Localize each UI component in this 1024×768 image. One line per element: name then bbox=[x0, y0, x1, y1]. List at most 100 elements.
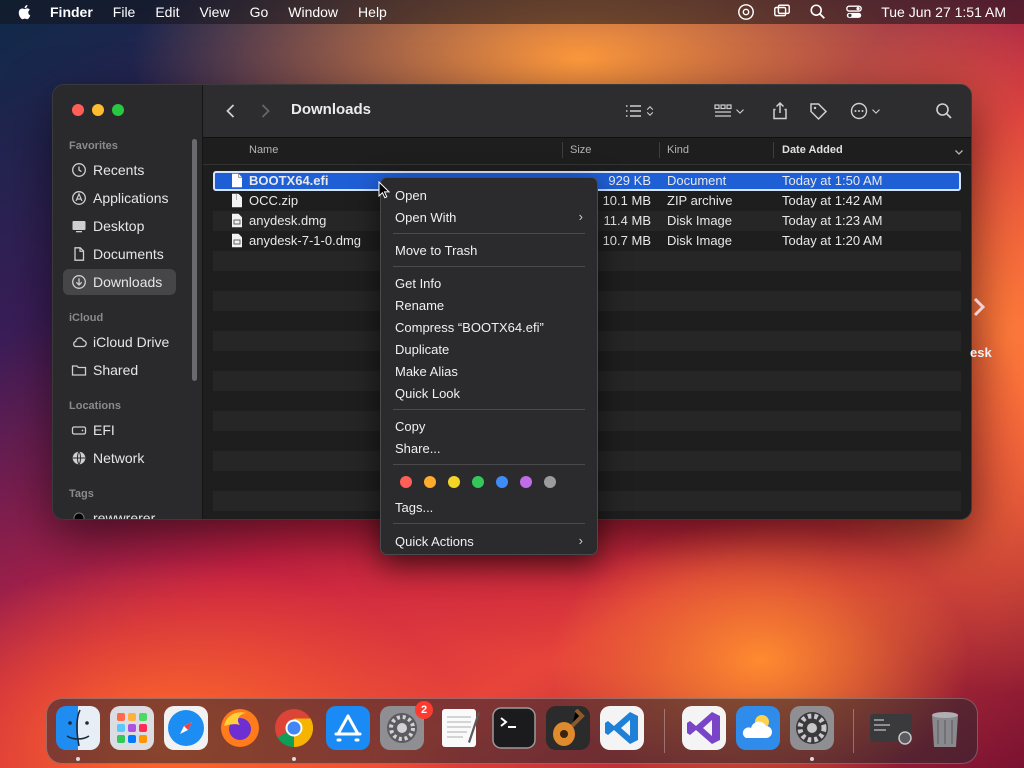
tag-button[interactable] bbox=[808, 99, 828, 123]
menu-window[interactable]: Window bbox=[288, 4, 338, 20]
menu-item-move-to-trash[interactable]: Move to Trash bbox=[395, 243, 477, 258]
menu-item-make-alias[interactable]: Make Alias bbox=[395, 364, 458, 379]
view-mode-button[interactable] bbox=[623, 99, 657, 123]
tag-color-blue[interactable] bbox=[496, 476, 508, 488]
menu-item-share[interactable]: Share... bbox=[395, 441, 441, 456]
chrome-icon bbox=[275, 709, 314, 748]
dock-system-settings[interactable] bbox=[790, 706, 834, 750]
file-kind: Disk Image bbox=[667, 233, 733, 248]
display-mirroring-icon[interactable] bbox=[773, 3, 791, 21]
tag-icon bbox=[810, 103, 828, 121]
dock-screenshot[interactable] bbox=[869, 706, 913, 750]
apple-menu-icon[interactable] bbox=[16, 3, 34, 21]
dock-visual-studio[interactable] bbox=[682, 706, 726, 750]
zoom-button[interactable] bbox=[112, 104, 124, 116]
sidebar-item-network[interactable]: Network bbox=[63, 445, 176, 471]
sidebar-item-applications[interactable]: Applications bbox=[63, 185, 176, 211]
dock-launchpad[interactable] bbox=[110, 706, 154, 750]
menu-item-open[interactable]: Open bbox=[395, 188, 427, 203]
column-date-added[interactable]: Date Added bbox=[782, 144, 843, 156]
system-settings-icon bbox=[790, 706, 834, 750]
column-separator[interactable] bbox=[562, 142, 563, 158]
notification-badge: 2 bbox=[415, 701, 433, 719]
desktop-item-label[interactable]: esk bbox=[970, 345, 992, 360]
tag-color-gray[interactable] bbox=[544, 476, 556, 488]
cloud-icon bbox=[73, 337, 87, 348]
minimize-button[interactable] bbox=[92, 104, 104, 116]
tag-color-yellow[interactable] bbox=[448, 476, 460, 488]
menu-help[interactable]: Help bbox=[358, 4, 387, 20]
dock-finder[interactable] bbox=[56, 706, 100, 750]
running-indicator bbox=[292, 757, 296, 761]
dock-terminal[interactable] bbox=[492, 706, 536, 750]
sidebar-item-label: Documents bbox=[93, 246, 164, 262]
tag-color-green[interactable] bbox=[472, 476, 484, 488]
menu-item-duplicate[interactable]: Duplicate bbox=[395, 342, 449, 357]
dock-firefox[interactable] bbox=[218, 706, 262, 750]
file-name: OCC.zip bbox=[249, 193, 299, 208]
forward-button[interactable] bbox=[255, 99, 275, 123]
back-button[interactable] bbox=[221, 99, 241, 123]
dock-weather[interactable] bbox=[736, 706, 780, 750]
dock-chrome[interactable] bbox=[272, 706, 316, 750]
submenu-chevron-icon: › bbox=[578, 533, 583, 548]
column-header: Name Size Kind Date Added bbox=[203, 138, 971, 165]
column-name[interactable]: Name bbox=[249, 144, 278, 156]
sidebar-item-icloud-drive[interactable]: iCloud Drive bbox=[63, 329, 176, 355]
dock-safari[interactable] bbox=[164, 706, 208, 750]
menu-edit[interactable]: Edit bbox=[155, 4, 179, 20]
tag-color-red[interactable] bbox=[400, 476, 412, 488]
menu-item-copy[interactable]: Copy bbox=[395, 419, 425, 434]
dock-textedit[interactable] bbox=[438, 706, 482, 750]
tag-color-purple[interactable] bbox=[520, 476, 532, 488]
dock-vscode[interactable] bbox=[600, 706, 644, 750]
menu-divider bbox=[393, 464, 585, 465]
screen-share-icon[interactable] bbox=[737, 3, 755, 21]
sidebar-item-downloads[interactable]: Downloads bbox=[63, 269, 176, 295]
globe-icon bbox=[72, 451, 86, 465]
menu-divider bbox=[393, 523, 585, 524]
column-size[interactable]: Size bbox=[570, 144, 591, 156]
menu-item-quick-look[interactable]: Quick Look bbox=[395, 386, 460, 401]
menu-item-rename[interactable]: Rename bbox=[395, 298, 444, 313]
sidebar-item-documents[interactable]: Documents bbox=[63, 241, 176, 267]
sort-chevron-icon[interactable] bbox=[953, 146, 965, 158]
sidebar-item-shared[interactable]: Shared bbox=[63, 357, 176, 383]
menu-item-open-with[interactable]: Open With bbox=[395, 210, 456, 225]
spotlight-icon[interactable] bbox=[809, 3, 827, 21]
sidebar-item-tag[interactable]: rewwrerer bbox=[63, 505, 176, 519]
ellipsis-circle-icon bbox=[850, 102, 868, 120]
column-separator[interactable] bbox=[659, 142, 660, 158]
menu-view[interactable]: View bbox=[199, 4, 229, 20]
sidebar-item-recents[interactable]: Recents bbox=[63, 157, 176, 183]
dock-app-store[interactable] bbox=[326, 706, 370, 750]
menu-app-name[interactable]: Finder bbox=[50, 4, 93, 20]
menu-item-tags[interactable]: Tags... bbox=[395, 500, 433, 515]
group-button[interactable] bbox=[713, 99, 747, 123]
close-button[interactable] bbox=[72, 104, 84, 116]
tag-color-orange[interactable] bbox=[424, 476, 436, 488]
menu-item-compress[interactable]: Compress “BOOTX64.efi” bbox=[395, 320, 544, 335]
menu-file[interactable]: File bbox=[113, 4, 136, 20]
menu-item-quick-actions[interactable]: Quick Actions bbox=[395, 534, 474, 549]
menu-go[interactable]: Go bbox=[250, 4, 269, 20]
file-kind: Document bbox=[667, 173, 727, 188]
file-date: Today at 1:20 AM bbox=[782, 233, 883, 248]
menu-clock[interactable]: Tue Jun 27 1:51 AM bbox=[881, 4, 1006, 20]
finder-icon bbox=[56, 706, 100, 750]
dock-trash[interactable] bbox=[923, 706, 967, 750]
menu-item-get-info[interactable]: Get Info bbox=[395, 276, 441, 291]
dock-garageband[interactable] bbox=[546, 706, 590, 750]
column-kind[interactable]: Kind bbox=[667, 144, 689, 156]
search-button[interactable] bbox=[934, 99, 954, 123]
sidebar-item-efi[interactable]: EFI bbox=[63, 417, 176, 443]
dock-divider bbox=[853, 709, 854, 753]
sidebar-scrollbar[interactable] bbox=[192, 139, 197, 381]
sidebar-item-desktop[interactable]: Desktop bbox=[63, 213, 176, 239]
file-icon bbox=[232, 173, 242, 188]
control-center-icon[interactable] bbox=[845, 3, 863, 21]
column-separator[interactable] bbox=[773, 142, 774, 158]
share-button[interactable] bbox=[770, 99, 790, 123]
context-menu: Open Open With › Move to Trash Get Info … bbox=[380, 177, 598, 555]
action-menu-button[interactable] bbox=[849, 99, 883, 123]
